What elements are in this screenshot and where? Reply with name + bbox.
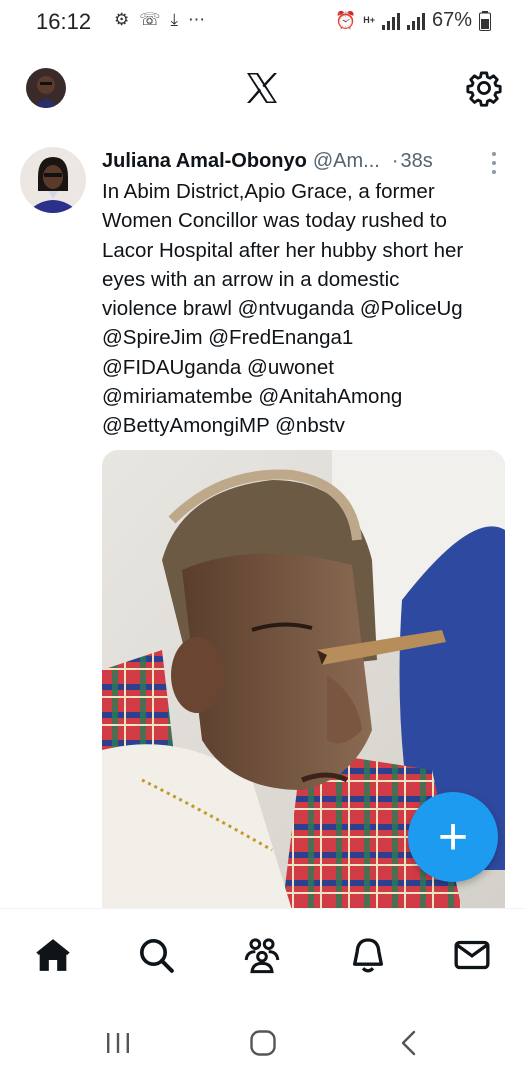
profile-avatar-button[interactable] xyxy=(26,68,66,108)
author-avatar[interactable] xyxy=(20,147,86,213)
communities-icon[interactable] xyxy=(242,935,282,975)
alarm-icon: ⏰ xyxy=(335,10,357,30)
notifications-icon[interactable] xyxy=(348,935,388,975)
tweet-header: Juliana Amal-Obonyo @Am... · 38s xyxy=(102,147,502,175)
notification-icons: ⚙☏⤓⋯ xyxy=(114,10,215,30)
status-bar: 16:12 ⚙☏⤓⋯ ⏰ H+ 67% xyxy=(0,0,525,44)
tweet-time-separator: · xyxy=(391,149,399,172)
signal-icon-2 xyxy=(406,12,425,30)
download-icon: ⤓ xyxy=(170,10,189,29)
network-type: H+ xyxy=(363,15,375,25)
compose-button[interactable]: + xyxy=(408,792,498,882)
system-navigation xyxy=(0,1006,525,1080)
recents-icon[interactable] xyxy=(103,1028,133,1058)
tweet-time[interactable]: 38s xyxy=(401,150,433,173)
settings-alt-icon: ⚙ xyxy=(114,10,140,29)
signal-icon xyxy=(381,12,400,30)
x-logo-icon xyxy=(247,73,277,103)
whatsapp-icon: ☏ xyxy=(139,10,171,29)
battery-percent: 67% xyxy=(431,9,472,31)
avatar-image xyxy=(26,68,66,108)
messages-icon[interactable] xyxy=(452,935,492,975)
status-right: ⏰ H+ 67% xyxy=(335,9,491,32)
more-options-icon[interactable] xyxy=(491,152,497,174)
home-icon[interactable] xyxy=(33,935,73,975)
more-dots-icon: ⋯ xyxy=(188,10,216,29)
search-icon[interactable] xyxy=(136,935,176,975)
top-bar xyxy=(0,58,525,118)
battery-icon xyxy=(479,10,491,31)
back-icon[interactable] xyxy=(394,1028,424,1058)
bottom-navigation xyxy=(0,908,525,1007)
author-avatar-image xyxy=(20,147,86,213)
author-name[interactable]: Juliana Amal-Obonyo xyxy=(102,150,307,173)
author-handle[interactable]: @Am... xyxy=(313,150,380,173)
status-time: 16:12 xyxy=(36,9,92,34)
tweet-text: In Abim District,Apio Grace, a former Wo… xyxy=(102,180,464,438)
gear-icon[interactable] xyxy=(465,69,503,107)
home-button-icon[interactable] xyxy=(248,1028,278,1058)
